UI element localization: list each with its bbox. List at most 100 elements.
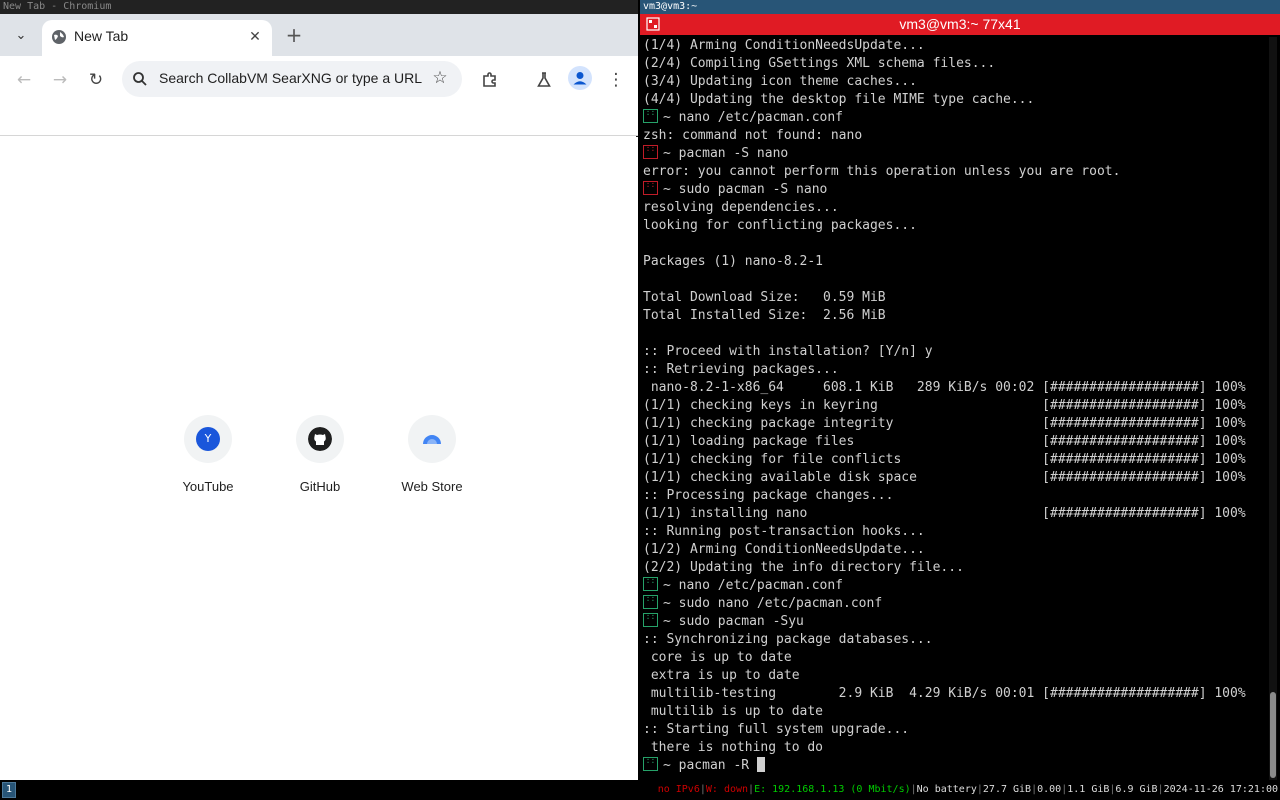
terminal-prompt-line: :: ~ sudo pacman -Syu — [643, 613, 1265, 631]
terminal-line-text: Total Download Size: 0.59 MiB — [643, 290, 886, 305]
close-tab-button[interactable]: ✕ — [246, 28, 264, 46]
terminal-line: (1/1) loading package files [###########… — [643, 433, 1265, 451]
terminal-line: :: Starting full system upgrade... — [643, 721, 1265, 739]
forward-button[interactable]: → — [46, 66, 74, 94]
terminal-line-text: (1/1) installing nano [#################… — [643, 506, 1246, 521]
terminal-line: (1/4) Arming ConditionNeedsUpdate... — [643, 37, 1265, 55]
terminal-line: multilib-testing 2.9 KiB 4.29 KiB/s 00:0… — [643, 685, 1265, 703]
terminal-prompt-line: :: ~ pacman -S nano — [643, 145, 1265, 163]
status-items: no IPv6|W: down|E: 192.168.1.13 (0 Mbit/… — [658, 780, 1278, 800]
star-icon: ☆ — [432, 68, 448, 88]
close-icon: ✕ — [249, 29, 261, 45]
terminal-line: (1/1) checking for file conflicts [#####… — [643, 451, 1265, 469]
prompt-error-icon: :: — [643, 145, 658, 159]
terminal-line-text: ~ nano /etc/pacman.conf — [663, 578, 844, 593]
terminal-line-text: there is nothing to do — [643, 740, 824, 755]
status-item: 0.00 — [1037, 784, 1062, 795]
terminal-line: resolving dependencies... — [643, 199, 1265, 217]
address-bar[interactable]: Search CollabVM SearXNG or type a URL ☆ — [122, 61, 462, 97]
puzzle-icon — [483, 72, 496, 87]
status-item: W: down — [705, 784, 749, 795]
tab-search-button[interactable]: ⌄ — [8, 24, 34, 48]
workspace-button[interactable]: 1 — [2, 782, 16, 798]
shortcut-web-store[interactable]: Web Store — [376, 413, 488, 503]
reload-button[interactable]: ↻ — [82, 66, 110, 94]
terminal-line: multilib is up to date — [643, 703, 1265, 721]
back-button[interactable]: ← — [10, 66, 38, 94]
scrollbar-thumb[interactable] — [1270, 692, 1276, 778]
terminal-line: :: Retrieving packages... — [643, 361, 1265, 379]
terminal-output[interactable]: (1/4) Arming ConditionNeedsUpdate... (2/4… — [643, 37, 1265, 780]
terminal-line: :: Running post-transaction hooks... — [643, 523, 1265, 541]
status-item: E: 192.168.1.13 (0 Mbit/s) — [754, 784, 911, 795]
prompt-ok-icon: :: — [643, 595, 658, 609]
terminal-line: (4/4) Updating the desktop file MIME typ… — [643, 91, 1265, 109]
github-icon — [308, 427, 332, 451]
terminal-window[interactable]: vm3@vm3:~ 77x41 (1/4) Arming ConditionNe… — [640, 14, 1280, 780]
terminal-line-text: :: Retrieving packages... — [643, 362, 839, 377]
plus-icon: + — [285, 23, 303, 47]
terminal-line-text: core is up to date — [643, 650, 792, 665]
terminal-line: (1/1) checking package integrity [######… — [643, 415, 1265, 433]
shortcut-label: Web Store — [401, 479, 463, 494]
terminal-line-text: :: Running post-transaction hooks... — [643, 524, 925, 539]
terminal-line-text: ~ pacman -S nano — [663, 146, 789, 161]
terminal-line: error: you cannot perform this operation… — [643, 163, 1265, 181]
bookmark-button[interactable]: ☆ — [430, 68, 450, 88]
shortcut-tile — [296, 415, 344, 463]
terminal-cursor — [756, 757, 765, 772]
tab-title: New Tab — [74, 28, 129, 44]
terminal-line-text: Total Installed Size: 2.56 MiB — [643, 308, 886, 323]
terminal-line-text: ~ nano /etc/pacman.conf — [663, 110, 844, 125]
reload-icon: ↻ — [88, 70, 104, 90]
terminal-line: Packages (1) nano-8.2-1 — [643, 253, 1265, 271]
web-store-icon — [423, 435, 441, 444]
terminal-line: (1/2) Arming ConditionNeedsUpdate... — [643, 541, 1265, 559]
terminal-prompt-line: :: ~ sudo pacman -S nano — [643, 181, 1265, 199]
status-bar: 1 no IPv6|W: down|E: 192.168.1.13 (0 Mbi… — [0, 780, 1280, 800]
status-item: no IPv6 — [657, 784, 700, 795]
terminal-line-text: (1/1) checking available disk space [###… — [643, 470, 1246, 485]
terminal-line-text: (3/4) Updating icon theme caches... — [643, 74, 917, 89]
browser-window: ⌄ New Tab ✕ + ← → ↻ Search CollabVM Sear… — [0, 14, 638, 780]
terminal-line-text: (1/1) checking for file conflicts [#####… — [643, 452, 1246, 467]
terminal-line-text: multilib is up to date — [643, 704, 824, 719]
browser-window-title: New Tab - Chromium — [0, 0, 638, 14]
tab-new-tab[interactable]: New Tab ✕ — [42, 20, 272, 56]
new-tab-page: Y YouTube GitHub Web Store — [0, 137, 638, 780]
terminal-line: extra is up to date — [643, 667, 1265, 685]
more-vertical-icon: ⋮ — [607, 70, 625, 90]
terminal-line: nano-8.2-1-x86_64 608.1 KiB 289 KiB/s 00… — [643, 379, 1265, 397]
terminal-line-text: ~ sudo pacman -Syu — [663, 614, 804, 629]
prompt-ok-icon: :: — [643, 757, 658, 771]
terminal-line-text: :: Starting full system upgrade... — [643, 722, 910, 737]
profile-button[interactable] — [568, 66, 592, 90]
globe-icon — [52, 30, 66, 44]
new-tab-button[interactable]: + — [282, 24, 306, 48]
terminal-line-text: :: Synchronizing package databases... — [643, 632, 933, 647]
menu-button[interactable]: ⋮ — [602, 66, 630, 94]
prompt-ok-icon: :: — [643, 613, 658, 627]
shortcut-youtube[interactable]: Y YouTube — [152, 413, 264, 503]
labs-button[interactable] — [530, 66, 558, 94]
bookmark-bar — [0, 104, 638, 136]
browser-toolbar: ← → ↻ Search CollabVM SearXNG or type a … — [0, 56, 638, 104]
terminal-line: :: Proceed with installation? [Y/n] y — [643, 343, 1265, 361]
extensions-button[interactable] — [476, 66, 504, 94]
terminal-line: Total Installed Size: 2.56 MiB — [643, 307, 1265, 325]
terminal-line: there is nothing to do — [643, 739, 1265, 757]
terminal-line-text: ~ pacman -R — [663, 758, 757, 773]
terminal-line-text: (4/4) Updating the desktop file MIME typ… — [643, 92, 1035, 107]
terminal-line-text: zsh: command not found: nano — [643, 128, 863, 143]
terminal-prompt-line: :: ~ pacman -R — [643, 757, 1265, 775]
terminal-prompt-line: :: ~ nano /etc/pacman.conf — [643, 109, 1265, 127]
shortcut-github[interactable]: GitHub — [264, 413, 376, 503]
terminal-scrollbar[interactable] — [1269, 37, 1277, 780]
status-item: 6.9 GiB — [1115, 784, 1158, 795]
status-item: 27.7 GiB — [982, 784, 1032, 795]
status-item: 1.1 GiB — [1067, 784, 1110, 795]
terminal-line: Total Download Size: 0.59 MiB — [643, 289, 1265, 307]
terminal-title: vm3@vm3:~ 77x41 — [899, 16, 1021, 32]
